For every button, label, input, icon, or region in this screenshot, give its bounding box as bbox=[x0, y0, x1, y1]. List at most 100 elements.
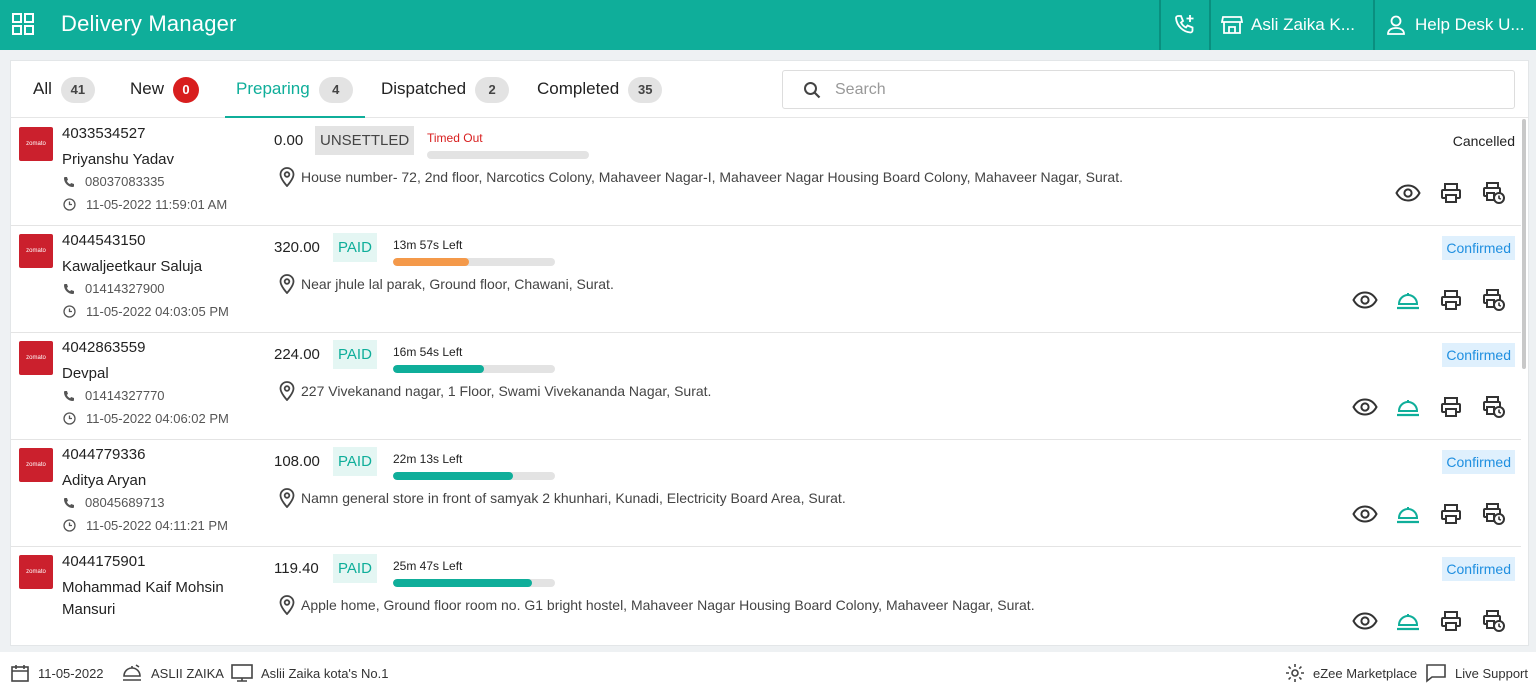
customer-phone: 08045689713 bbox=[63, 495, 165, 510]
location-pin-icon bbox=[279, 381, 295, 401]
search-input[interactable] bbox=[835, 80, 1435, 99]
prep-timer: Timed Out bbox=[427, 131, 483, 145]
view-order-button[interactable] bbox=[1343, 608, 1386, 634]
printer-icon bbox=[1440, 504, 1461, 524]
view-eye-icon bbox=[1394, 184, 1421, 202]
store-selector[interactable]: Asli Zaika K... bbox=[1209, 0, 1373, 50]
tab-label: New bbox=[130, 79, 165, 98]
food-ready-icon bbox=[1396, 293, 1419, 310]
add-call-button[interactable] bbox=[1159, 0, 1209, 50]
phone-text: 01414327770 bbox=[85, 388, 165, 403]
mark-ready-button[interactable] bbox=[1386, 394, 1429, 420]
top-bar: Delivery Manager Asli Zaika K... Help De… bbox=[0, 0, 1536, 50]
tab-count-badge: 2 bbox=[475, 77, 510, 103]
print-bill-button[interactable] bbox=[1429, 287, 1472, 313]
phone-text: 08037083335 bbox=[85, 174, 165, 189]
customer-name: Kawaljeetkaur Saluja bbox=[62, 258, 203, 275]
print-bill-button[interactable] bbox=[1429, 180, 1472, 206]
print-kot-button[interactable] bbox=[1472, 608, 1515, 634]
kot-print-icon bbox=[1482, 396, 1505, 418]
delivery-address: House number- 72, 2nd floor, Narcotics C… bbox=[279, 167, 1123, 187]
kot-print-icon bbox=[1482, 610, 1505, 632]
kot-print-icon bbox=[1482, 182, 1505, 204]
print-bill-button[interactable] bbox=[1429, 394, 1472, 420]
prep-timer: 25m 47s Left bbox=[393, 559, 463, 573]
order-row[interactable]: zomato 4044779336 Aditya Aryan 08045689713 1… bbox=[11, 440, 1521, 547]
print-bill-button[interactable] bbox=[1429, 501, 1472, 527]
print-kot-button[interactable] bbox=[1472, 180, 1515, 206]
food-ready-icon bbox=[1396, 400, 1419, 417]
print-kot-button[interactable] bbox=[1472, 394, 1515, 420]
customer-phone: 01414327770 bbox=[63, 388, 165, 403]
phone-text: 01414327900 bbox=[85, 281, 165, 296]
view-order-button[interactable] bbox=[1386, 180, 1429, 206]
calendar-icon bbox=[11, 665, 29, 682]
order-row[interactable]: zomato 4044543150 Kawaljeetkaur Saluja 0141… bbox=[11, 226, 1521, 333]
tab-preparing[interactable]: Preparing 4 bbox=[225, 77, 365, 118]
print-bill-button[interactable] bbox=[1429, 608, 1472, 634]
search-box[interactable] bbox=[782, 70, 1515, 109]
order-status-badge: Confirmed bbox=[1442, 343, 1515, 367]
zomato-logo: zomato bbox=[19, 127, 53, 161]
user-label: Help Desk U... bbox=[1415, 15, 1525, 34]
order-time: 11-05-2022 04:06:02 PM bbox=[63, 411, 229, 426]
view-order-button[interactable] bbox=[1343, 287, 1386, 313]
prep-progress-fill bbox=[393, 258, 470, 266]
time-text: 11-05-2022 04:03:05 PM bbox=[86, 304, 229, 319]
prep-progress-bar bbox=[393, 258, 555, 266]
order-row[interactable]: zomato 4042863559 Devpal 01414327770 11-05-2… bbox=[11, 333, 1521, 440]
print-kot-button[interactable] bbox=[1472, 287, 1515, 313]
mark-ready-button[interactable] bbox=[1386, 501, 1429, 527]
view-eye-icon bbox=[1351, 612, 1378, 630]
prep-progress-fill bbox=[393, 365, 484, 373]
order-id: 4033534527 bbox=[62, 125, 146, 142]
marketplace-text: eZee Marketplace bbox=[1313, 665, 1418, 681]
prep-progress-fill bbox=[393, 472, 513, 480]
order-actions bbox=[1343, 287, 1515, 313]
view-order-button[interactable] bbox=[1343, 501, 1386, 527]
time-text: 11-05-2022 04:11:21 PM bbox=[86, 518, 228, 533]
prep-timer: 13m 57s Left bbox=[393, 238, 463, 252]
outlet-icon bbox=[123, 664, 141, 681]
apps-grid-icon[interactable] bbox=[12, 13, 34, 35]
scrollbar[interactable] bbox=[1522, 119, 1526, 369]
zomato-logo: zomato bbox=[19, 234, 53, 268]
tab-count-badge: 41 bbox=[60, 77, 95, 103]
footer-terminal: Aslii Zaika kota's No.1 bbox=[231, 663, 388, 683]
gear-icon bbox=[1286, 664, 1304, 682]
payment-status-badge: PAID bbox=[333, 447, 377, 476]
prep-timer: 22m 13s Left bbox=[393, 452, 463, 466]
tab-all[interactable]: All 41 bbox=[33, 77, 95, 117]
source-logo-text: zomato bbox=[26, 462, 46, 468]
order-status-badge: Cancelled bbox=[1452, 133, 1515, 149]
time-text: 11-05-2022 11:59:01 AM bbox=[86, 197, 228, 212]
source-logo-text: zomato bbox=[26, 569, 46, 575]
phone-add-icon bbox=[1175, 15, 1194, 34]
clock-icon bbox=[63, 412, 76, 425]
mark-ready-button[interactable] bbox=[1386, 287, 1429, 313]
order-row[interactable]: zomato 4044175901 Mohammad Kaif Mohsin Man… bbox=[11, 547, 1521, 645]
clock-icon bbox=[63, 519, 76, 532]
address-text: 227 Vivekanand nagar, 1 Floor, Swami Viv… bbox=[301, 383, 712, 399]
kot-print-icon bbox=[1482, 503, 1505, 525]
tab-dispatched[interactable]: Dispatched 2 bbox=[381, 77, 510, 117]
marketplace-link[interactable]: eZee Marketplace bbox=[1285, 663, 1417, 683]
printer-icon bbox=[1440, 397, 1461, 417]
order-row[interactable]: zomato 4033534527 Priyanshu Yadav 080370833… bbox=[11, 119, 1521, 226]
tab-new[interactable]: New 0 bbox=[130, 77, 200, 117]
live-support-text: Live Support bbox=[1455, 665, 1528, 681]
live-support-link[interactable]: Live Support bbox=[1425, 663, 1528, 683]
mark-ready-button[interactable] bbox=[1386, 608, 1429, 634]
tab-completed[interactable]: Completed 35 bbox=[537, 77, 663, 117]
view-order-button[interactable] bbox=[1343, 394, 1386, 420]
location-pin-icon bbox=[279, 274, 295, 294]
printer-icon bbox=[1440, 183, 1461, 203]
view-eye-icon bbox=[1351, 398, 1378, 416]
order-id: 4044779336 bbox=[62, 446, 146, 463]
zomato-logo: zomato bbox=[19, 448, 53, 482]
user-menu[interactable]: Help Desk U... bbox=[1373, 0, 1536, 50]
print-kot-button[interactable] bbox=[1472, 501, 1515, 527]
order-amount: 119.40 bbox=[274, 560, 319, 577]
prep-progress-fill bbox=[393, 579, 533, 587]
tab-label: Preparing bbox=[236, 79, 310, 98]
